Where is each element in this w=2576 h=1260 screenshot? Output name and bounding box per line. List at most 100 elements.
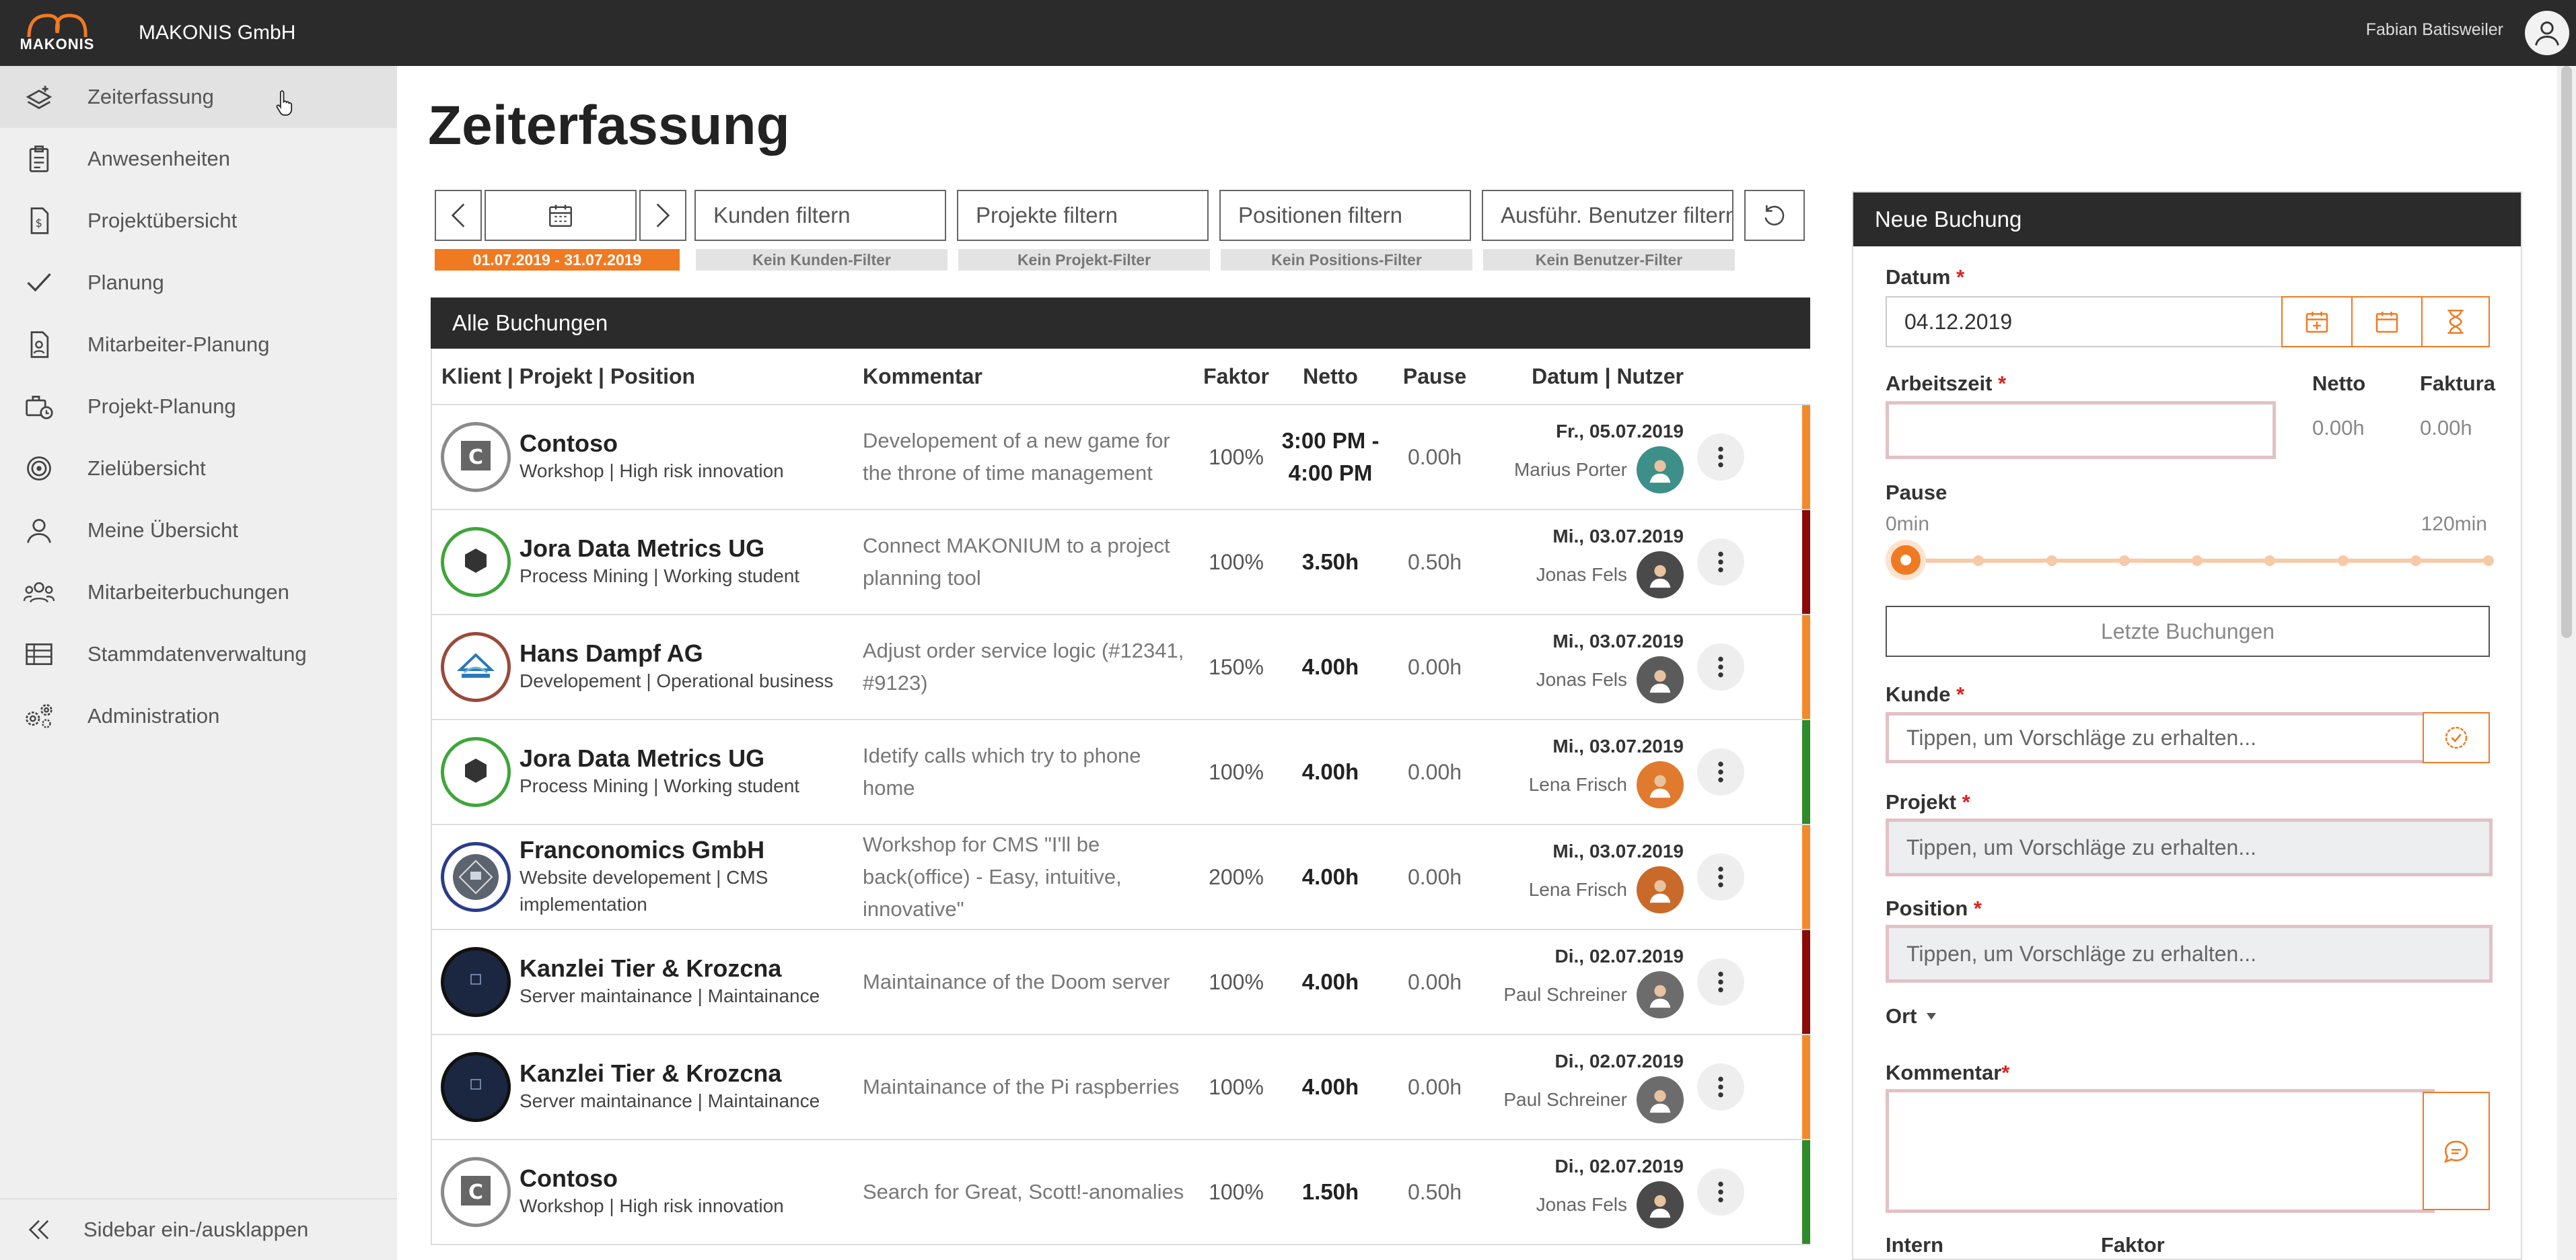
- sidebar-collapse-toggle[interactable]: Sidebar ein-/ausklappen: [0, 1198, 397, 1260]
- sidebar-item-projekt-planung[interactable]: Projekt-Planung: [0, 376, 397, 438]
- pause-slider-tick: [2264, 555, 2276, 566]
- projekt-input[interactable]: Tippen, um Vorschläge zu erhalten...: [1886, 818, 2493, 876]
- table-row[interactable]: Jora Data Metrics UG Process Mining | Wo…: [431, 720, 1810, 825]
- reset-filters-button[interactable]: [1744, 190, 1805, 241]
- client-name: Contoso: [520, 429, 618, 457]
- faktor-cell: 100%: [1209, 549, 1264, 574]
- sidebar-item-anwesenheiten[interactable]: Anwesenheiten: [0, 128, 397, 190]
- sidebar-item-meine-uebersicht[interactable]: Meine Übersicht: [0, 499, 397, 561]
- table-row[interactable]: Kanzlei Tier & Krozcna Server maintainan…: [431, 1035, 1810, 1140]
- user-avatar: [1637, 656, 1684, 703]
- table-row[interactable]: Jora Data Metrics UG Process Mining | Wo…: [431, 510, 1810, 615]
- project-filter-input[interactable]: Projekte filtern: [957, 190, 1209, 241]
- prev-month-button[interactable]: [435, 190, 482, 241]
- sidebar-item-mitarbeiter-planung[interactable]: Mitarbeiter-Planung: [0, 314, 397, 376]
- scrollbar-thumb[interactable]: [2561, 66, 2572, 638]
- row-status-stripe: [1802, 1140, 1810, 1244]
- sidebar-item-mitarbeiterbuchungen[interactable]: Mitarbeiterbuchungen: [0, 561, 397, 623]
- faktor-cell: 100%: [1209, 1074, 1264, 1099]
- sidebar-item-planung[interactable]: Planung: [0, 252, 397, 314]
- row-menu-button[interactable]: [1697, 1063, 1744, 1111]
- calendar-button[interactable]: [2351, 296, 2423, 347]
- sidebar-item-label: Mitarbeiterbuchungen: [87, 580, 289, 604]
- booking-user-name: Lena Frisch: [1528, 774, 1627, 795]
- netto-cell: 4.00h: [1301, 969, 1359, 994]
- timer-button[interactable]: [2421, 296, 2490, 347]
- netto-value: 0.00h: [2312, 416, 2365, 440]
- date-range-picker-button[interactable]: [485, 190, 637, 241]
- client-logo: [441, 947, 511, 1017]
- row-menu-cell: [1684, 748, 1758, 796]
- page-scrollbar[interactable]: [2557, 66, 2576, 1260]
- table-row[interactable]: Kanzlei Tier & Krozcna Server maintainan…: [431, 930, 1810, 1035]
- client-logo-cell: [432, 947, 520, 1017]
- add-date-button[interactable]: [2281, 296, 2353, 347]
- sidebar-item-stammdatenverwaltung[interactable]: Stammdatenverwaltung: [0, 623, 397, 685]
- sidebar-item-administration[interactable]: Administration: [0, 685, 397, 747]
- client-name: Jora Data Metrics UG: [520, 744, 765, 772]
- row-menu-cell: [1684, 1168, 1758, 1216]
- kunde-confirm-button[interactable]: [2423, 712, 2490, 763]
- pause-slider-handle[interactable]: [1886, 540, 1926, 580]
- table-row[interactable]: C Contoso Workshop | High risk innovatio…: [431, 1140, 1810, 1245]
- project-position: Process Mining | Working student: [520, 775, 800, 796]
- row-menu-button[interactable]: [1697, 958, 1744, 1006]
- comment-cell: Idetify calls which try to phone home: [863, 744, 1141, 800]
- pause-slider-tick: [2192, 555, 2203, 566]
- row-menu-button[interactable]: [1697, 643, 1744, 691]
- row-menu-button[interactable]: [1697, 748, 1744, 796]
- row-menu-button[interactable]: [1697, 853, 1744, 901]
- table-row[interactable]: C Contoso Workshop | High risk innovatio…: [431, 405, 1810, 510]
- position-filter-chip: Kein Positions-Filter: [1221, 249, 1472, 271]
- calendar-icon: [2375, 312, 2398, 333]
- row-menu-button[interactable]: [1697, 1168, 1744, 1216]
- table-row[interactable]: Franconomics GmbH Website developement |…: [431, 825, 1810, 930]
- client-logo: [441, 1052, 511, 1122]
- position-filter-input[interactable]: Positionen filtern: [1219, 190, 1471, 241]
- pause-slider-tick: [2046, 555, 2057, 566]
- booking-date: Mi., 03.07.2019: [1552, 841, 1684, 862]
- table-row[interactable]: Hans Dampf AG Developement | Operational…: [431, 615, 1810, 720]
- current-user-name[interactable]: Fabian Batisweiler: [2366, 20, 2503, 40]
- date-user-cell: Mi., 03.07.2019 Lena Frisch: [1482, 736, 1684, 808]
- bookings-table-title: Alle Buchungen: [431, 298, 1810, 349]
- col-date-user: Datum | Nutzer: [1532, 363, 1684, 388]
- arbeitszeit-label: Arbeitszeit *: [1886, 372, 2007, 395]
- faktor-cell: 100%: [1209, 759, 1264, 784]
- ort-toggle[interactable]: Ort: [1886, 1004, 1937, 1028]
- user-filter-chip: Kein Benutzer-Filter: [1483, 249, 1735, 271]
- sidebar-item-label: Projektübersicht: [87, 209, 238, 232]
- row-menu-button[interactable]: [1697, 538, 1744, 586]
- client-cell: Jora Data Metrics UG Process Mining | Wo…: [520, 744, 863, 800]
- user-avatar[interactable]: [2525, 11, 2569, 55]
- booking-user-name: Jonas Fels: [1536, 1194, 1627, 1215]
- row-status-stripe: [1802, 720, 1810, 824]
- bookings-table: Alle Buchungen Klient | Projekt | Positi…: [431, 298, 1810, 1260]
- client-name: Kanzlei Tier & Krozcna: [520, 1059, 782, 1087]
- kommentar-suggest-button[interactable]: [2423, 1092, 2490, 1210]
- user-avatar: [1637, 1076, 1684, 1123]
- kommentar-textarea[interactable]: [1886, 1089, 2435, 1213]
- pause-min-label: 0min: [1886, 513, 1930, 535]
- pause-slider[interactable]: [1886, 540, 2494, 580]
- customer-filter-input[interactable]: Kunden filtern: [694, 190, 946, 241]
- arbeitszeit-input[interactable]: [1886, 401, 2276, 459]
- sidebar-item-projektuebersicht[interactable]: $ Projektübersicht: [0, 190, 397, 252]
- position-input[interactable]: Tippen, um Vorschläge zu erhalten...: [1886, 925, 2493, 983]
- datum-input[interactable]: 04.12.2019: [1886, 296, 2283, 347]
- kunde-input[interactable]: Tippen, um Vorschläge zu erhalten...: [1886, 712, 2435, 763]
- letzte-buchungen-button[interactable]: Letzte Buchungen: [1886, 606, 2490, 657]
- row-status-stripe: [1802, 1035, 1810, 1139]
- sidebar-item-zeiterfassung[interactable]: Zeiterfassung: [0, 66, 397, 128]
- pause-cell: 0.00h: [1407, 1074, 1462, 1099]
- kommentar-label: Kommentar*: [1886, 1061, 2010, 1084]
- user-filter-input[interactable]: Ausführ. Benutzer filtern: [1482, 190, 1733, 241]
- sidebar-item-zieluebersicht[interactable]: Zielübersicht: [0, 438, 397, 499]
- faktura-value: 0.00h: [2420, 416, 2472, 440]
- makonis-logo[interactable]: MAKONIS: [7, 0, 108, 66]
- pause-slider-tick: [2410, 555, 2421, 566]
- project-position: Workshop | High risk innovation: [520, 1195, 784, 1216]
- person-plan-icon: [20, 326, 58, 363]
- next-month-button[interactable]: [639, 190, 686, 241]
- row-menu-button[interactable]: [1697, 433, 1744, 481]
